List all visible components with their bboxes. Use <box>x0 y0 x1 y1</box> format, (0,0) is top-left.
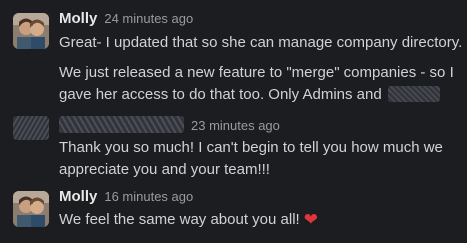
message-line: Thank you so much! I can't begin to tell… <box>59 139 443 156</box>
timestamp[interactable]: 24 minutes ago <box>104 11 193 26</box>
avatar[interactable] <box>13 13 49 49</box>
redacted-text <box>387 86 440 102</box>
avatar[interactable] <box>13 116 49 140</box>
message-text: We just released a new feature to "merge… <box>59 62 454 106</box>
message-line: Great- I updated that so she can manage … <box>59 34 463 51</box>
message-header: 23 minutes ago <box>59 116 280 135</box>
message-text: Thank you so much! I can't begin to tell… <box>59 137 443 181</box>
timestamp[interactable]: 16 minutes ago <box>104 189 193 204</box>
message-text: Great- I updated that so she can manage … <box>59 32 462 54</box>
avatar[interactable] <box>13 191 49 227</box>
red-heart-icon: ❤ <box>303 210 318 230</box>
message-header: Molly 24 minutes ago <box>59 10 193 28</box>
message-text: We feel the same way about you all! ❤ <box>59 209 318 231</box>
author-name[interactable]: Molly <box>59 188 97 205</box>
message-header: Molly 16 minutes ago <box>59 188 193 206</box>
message-line: We feel the same way about you all! ❤ <box>59 210 318 230</box>
message-line: gave her access to do that too. Only Adm… <box>59 84 454 106</box>
message-line: appreciate you and your team!!! <box>59 161 270 178</box>
author-name-redacted[interactable] <box>59 116 184 133</box>
timestamp[interactable]: 23 minutes ago <box>191 118 280 133</box>
author-name[interactable]: Molly <box>59 10 97 27</box>
message-line: We just released a new feature to "merge… <box>59 64 454 81</box>
